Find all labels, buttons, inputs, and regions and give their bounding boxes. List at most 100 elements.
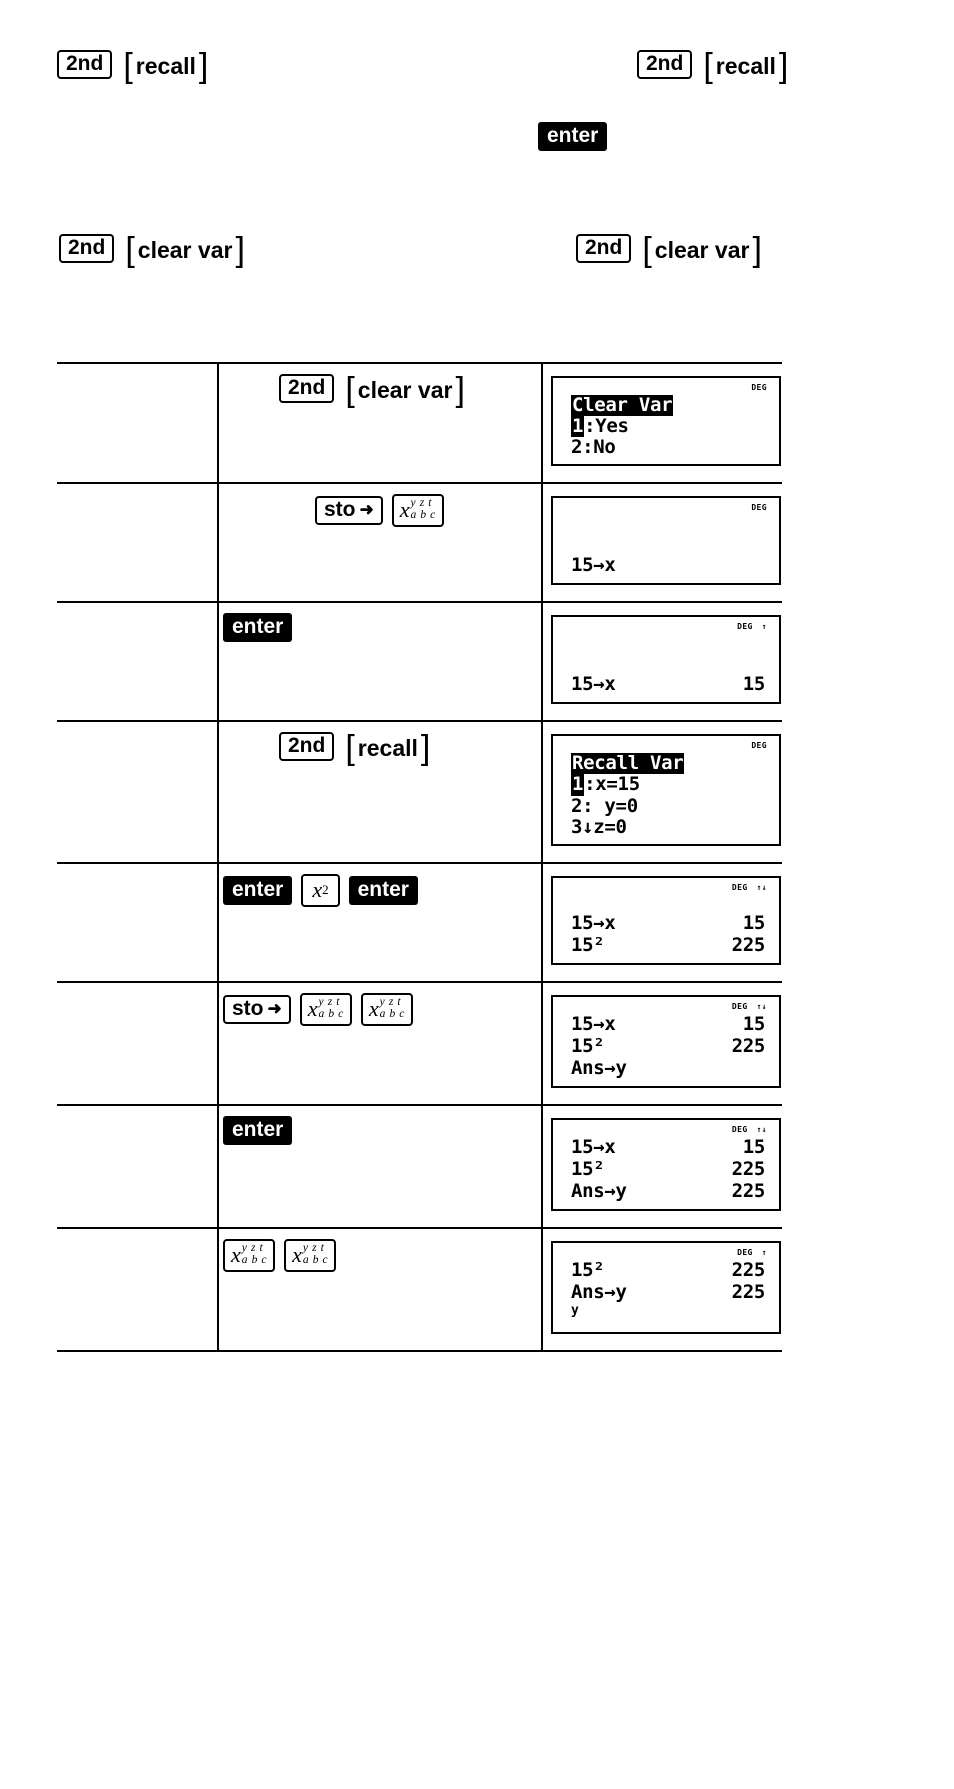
angle-mode-indicator: DEG — [737, 621, 753, 631]
key-sequence: 2nd [recall] — [219, 722, 541, 796]
screen-entry-line: 15² 225 — [571, 934, 773, 957]
angle-mode-indicator: DEG — [751, 502, 767, 512]
key-2nd[interactable]: 2nd — [57, 50, 113, 80]
key-label: x — [231, 1241, 241, 1267]
entry-expression: 15² — [571, 1158, 605, 1181]
menu-title: Recall Var — [571, 752, 685, 775]
screen-history: 15→x 15 — [559, 632, 773, 696]
screen-status-bar: DEG — [559, 502, 773, 513]
row-description-cell — [57, 862, 218, 983]
menu-item-label: 2:No — [571, 436, 616, 459]
key-enter[interactable]: enter — [538, 122, 608, 152]
table-row: 2nd [recall] DEG Recall Var 1:x=15 2: y=0 3↓z=… — [57, 720, 782, 864]
calculator-screen: DEG ↑↓ 15→x 15 15² 225 — [551, 876, 781, 966]
key-2nd[interactable]: 2nd — [279, 374, 335, 404]
key-label: sto — [232, 996, 264, 1020]
key-x-variable[interactable]: xy z ta b c — [284, 1239, 337, 1272]
entry-expression: Ans→y — [571, 1057, 627, 1080]
entry-result: 225 — [731, 1281, 766, 1304]
key-sequence-clearvar-2: 2nd [clear var] — [576, 233, 764, 268]
bracket-left: [ — [703, 47, 713, 86]
screen-menu: Recall Var 1:x=15 2: y=0 3↓z=0 — [559, 751, 773, 838]
key-bracket-recall[interactable]: [recall] — [701, 47, 790, 86]
key-bracket-recall[interactable]: [recall] — [121, 49, 210, 84]
menu-item[interactable]: 2:No — [571, 436, 773, 459]
key-2nd[interactable]: 2nd — [279, 732, 335, 762]
row-screen-cell: DEG ↑↓ 15→x 15 15² 225 — [542, 862, 782, 983]
screen-entry-line: 15² 225 — [571, 1035, 773, 1058]
menu-item[interactable]: 3↓z=0 — [571, 816, 773, 838]
row-screen-cell: DEG Recall Var 1:x=15 2: y=0 3↓z=0 — [542, 720, 782, 864]
key-x-variable[interactable]: xy z ta b c — [360, 993, 413, 1026]
screen-blank-space — [571, 515, 773, 555]
table-row: 2nd [clear var] DEG Clear Var 1:Yes 2:No — [57, 361, 782, 484]
key-x-variable[interactable]: xy z ta b c — [299, 993, 352, 1026]
key-group: 2nd [recall] — [279, 729, 432, 768]
angle-mode-indicator: DEG — [731, 882, 748, 892]
screen-entry-line: 15→x 15 — [571, 674, 773, 696]
row-screen-cell: DEG ↑ 15→x 15 — [542, 601, 782, 722]
screen-status-bar: DEG ↑↓ — [559, 882, 773, 893]
key-sequence: enter — [219, 603, 541, 677]
key-group: enter x 2 enter — [223, 874, 418, 908]
screen-container: DEG ↑↓ 15→x 15 15² 225 Ans→y 225 — [543, 1106, 782, 1227]
key-x-squared[interactable]: x2 — [301, 874, 340, 908]
scroll-indicator-icon: ↑↓ — [756, 1124, 767, 1134]
key-sequence-recall-1: 2nd [recall] — [57, 49, 210, 84]
key-bracket-clear-var[interactable]: [clear var] — [123, 233, 247, 268]
key-label: recall — [135, 53, 196, 80]
screen-container: DEG Recall Var 1:x=15 2: y=0 3↓z=0 — [543, 722, 782, 862]
entry-result: 15 — [742, 673, 766, 696]
table-row: enter DEG ↑↓ 15→x 15 15² 225 Ans→y 225 — [57, 1104, 782, 1229]
key-group: xy z ta b cxy z ta b c — [223, 1239, 337, 1272]
key-2nd[interactable]: 2nd — [576, 234, 632, 264]
entry-result: 225 — [731, 934, 766, 957]
menu-item[interactable]: 1:Yes — [571, 415, 773, 438]
key-x-variable[interactable]: xy z ta b c — [391, 494, 444, 527]
row-description-cell — [57, 1227, 218, 1353]
menu-item[interactable]: 1:x=15 — [571, 774, 773, 796]
screen-entry-line: y — [571, 1304, 773, 1326]
key-2nd[interactable]: 2nd — [59, 234, 115, 264]
row-keys-cell: enter — [217, 1104, 543, 1229]
row-keys-cell: xy z ta b cxy z ta b c — [217, 1227, 543, 1353]
key-enter[interactable]: enter — [223, 876, 293, 906]
screen-status-bar: DEG ↑ — [559, 1247, 773, 1258]
entry-expression: 15→x — [571, 1013, 616, 1036]
key-sto[interactable]: sto ➜ — [223, 994, 291, 1024]
row-screen-cell: DEG 15→x — [542, 482, 782, 603]
key-label: x — [312, 877, 323, 903]
key-x-variable[interactable]: xy z ta b c — [223, 1239, 276, 1272]
key-enter[interactable]: enter — [348, 876, 418, 906]
key-label: sto — [324, 498, 356, 522]
store-arrow-icon: ➜ — [359, 500, 374, 520]
screen-entry-line: 15→x 15 — [571, 1136, 773, 1159]
key-sto[interactable]: sto ➜ — [315, 496, 383, 526]
row-description-cell — [57, 601, 218, 722]
scroll-indicator-icon: ↑ — [761, 1247, 767, 1257]
bracket-right: ] — [778, 47, 789, 86]
screen-blank-space — [571, 634, 773, 674]
bracket-right: ] — [455, 371, 465, 410]
key-enter[interactable]: enter — [223, 1116, 293, 1146]
row-keys-cell: sto ➜ x y z ta b c — [217, 482, 543, 603]
key-bracket-clear-var[interactable]: [clear var] — [640, 233, 764, 268]
scroll-indicator-icon: ↑ — [761, 621, 767, 631]
key-2nd[interactable]: 2nd — [637, 50, 693, 80]
row-screen-cell: DEG Clear Var 1:Yes 2:No — [542, 361, 782, 484]
entry-expression: 15² — [571, 1259, 605, 1282]
key-enter[interactable]: enter — [223, 613, 293, 643]
menu-title: Clear Var — [571, 394, 674, 416]
key-label: recall — [715, 53, 776, 80]
screen-entry-line: Ans→y 225 — [571, 1180, 773, 1203]
bracket-right: ] — [420, 729, 431, 768]
entry-expression: Ans→y — [571, 1281, 627, 1304]
key-bracket-recall[interactable]: [recall] — [343, 729, 432, 768]
menu-item[interactable]: 2: y=0 — [571, 795, 773, 817]
screen-entry-line: 15→x 15 — [571, 912, 773, 935]
key-label: clear var — [357, 377, 453, 404]
key-label: x — [307, 995, 318, 1021]
key-bracket-clear-var[interactable]: [clear var] — [343, 371, 467, 410]
screen-status-bar: DEG — [559, 740, 773, 751]
key-label: clear var — [654, 237, 750, 264]
